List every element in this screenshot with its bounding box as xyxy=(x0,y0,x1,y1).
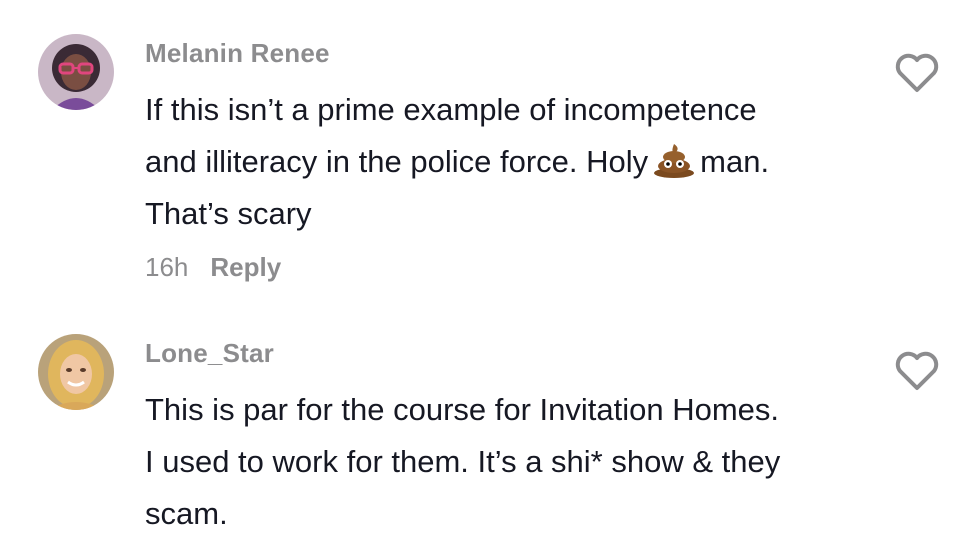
comment-timestamp: 16h xyxy=(145,252,189,282)
comment-username[interactable]: Melanin Renee xyxy=(145,38,330,69)
comment-text: If this isn’t a prime example of incompe… xyxy=(145,84,885,240)
heart-outline-icon[interactable] xyxy=(894,52,940,94)
heart-outline-icon[interactable] xyxy=(894,350,940,392)
comment-item: Melanin Renee If this isn’t a prime exam… xyxy=(0,0,980,300)
comment-meta: 16h Reply xyxy=(145,252,281,283)
comment-text-line: That’s scary xyxy=(145,196,312,231)
comment-text-line: and illiteracy in the police force. Holy… xyxy=(145,136,885,188)
avatar[interactable] xyxy=(38,34,114,110)
reply-button[interactable]: Reply xyxy=(210,252,281,282)
comment-text-line: scam. xyxy=(145,496,228,531)
comment-text-line: I used to work for them. It’s a shi* sho… xyxy=(145,444,781,479)
comment-text-line: If this isn’t a prime example of incompe… xyxy=(145,92,757,127)
comment-username[interactable]: Lone_Star xyxy=(145,338,274,369)
comment-text-line: This is par for the course for Invitatio… xyxy=(145,392,780,427)
comment-text: This is par for the course for Invitatio… xyxy=(145,384,885,540)
comment-item: Lone_Star This is par for the course for… xyxy=(0,300,980,540)
avatar[interactable] xyxy=(38,334,114,410)
comment-text-fragment: man. xyxy=(700,144,770,179)
pile-of-poo-icon xyxy=(652,142,696,178)
comment-text-fragment: and illiteracy in the police force. Holy xyxy=(145,144,649,179)
